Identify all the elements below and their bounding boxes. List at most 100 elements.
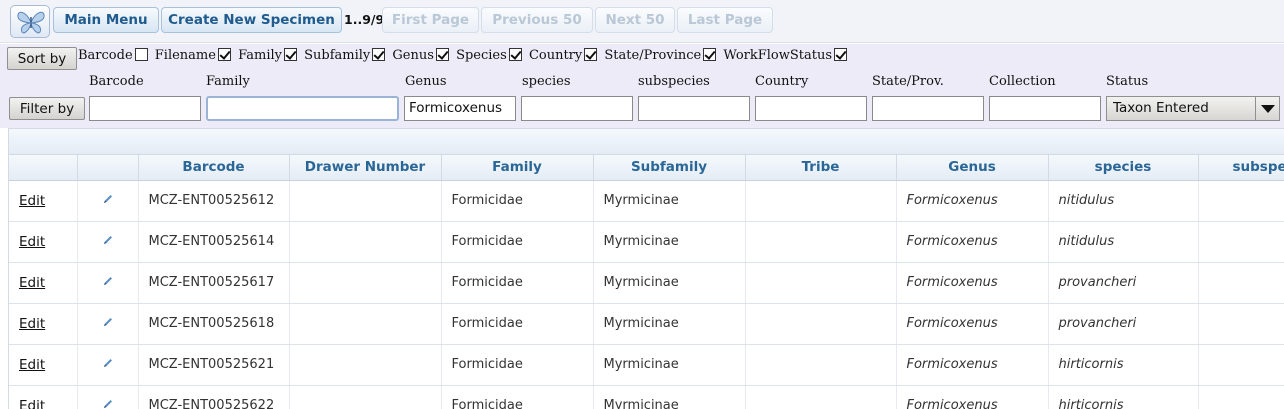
filter-by-button[interactable]: Filter by (9, 97, 85, 120)
pencil-icon[interactable] (102, 357, 114, 369)
filter-label-collection: Collection (989, 74, 1056, 89)
col-header-family[interactable]: Family (441, 155, 594, 181)
table-row: Edit MCZ-ENT00525614 Formicidae Myrmicin… (9, 221, 1284, 263)
edit-link[interactable]: Edit (19, 316, 45, 332)
filter-label-subspecies: subspecies (638, 74, 710, 89)
edit-cell: Edit (9, 385, 78, 409)
tribe-cell (745, 221, 897, 263)
filter-label-barcode: Barcode (89, 74, 144, 89)
edit-cell: Edit (9, 262, 78, 304)
col-header-tribe[interactable]: Tribe (745, 155, 897, 181)
edit-link[interactable]: Edit (19, 357, 45, 373)
subspecies-cell (1198, 344, 1284, 386)
sort-label-subfamily: Subfamily (304, 48, 371, 63)
edit-cell: Edit (9, 180, 78, 222)
top-nav-bar: Main Menu Create New Specimen 1..9/9 Fir… (0, 0, 1284, 43)
edit-link[interactable]: Edit (19, 275, 45, 291)
species-filter-input[interactable] (521, 96, 633, 121)
sort-checkbox-workflowstatus[interactable] (834, 48, 848, 61)
subspecies-cell (1198, 180, 1284, 222)
country-filter-input[interactable] (755, 96, 867, 121)
genus-filter-input[interactable]: Formicoxenus (404, 96, 516, 121)
pencil-cell (77, 180, 139, 222)
sort-checkbox-barcode[interactable] (134, 48, 148, 61)
genus-cell: Formicoxenus (896, 180, 1049, 222)
next-50-button[interactable]: Next 50 (595, 7, 675, 33)
subfamily-cell: Myrmicinae (593, 180, 746, 222)
edit-cell: Edit (9, 221, 78, 263)
sort-options: Barcode Filename Family Subfamily Genus … (78, 48, 850, 63)
pencil-icon[interactable] (102, 234, 114, 246)
drawer-cell (289, 180, 442, 222)
family-cell: Formicidae (441, 344, 594, 386)
tribe-cell (745, 303, 897, 345)
pencil-cell (77, 385, 139, 409)
last-page-button[interactable]: Last Page (677, 7, 773, 33)
tribe-cell (745, 385, 897, 409)
edit-link[interactable]: Edit (19, 234, 45, 250)
result-range-label: 1..9/9 (344, 12, 385, 27)
status-filter-select[interactable]: Taxon Entered (1106, 96, 1280, 121)
sort-checkbox-subfamily[interactable] (372, 48, 386, 61)
species-cell: provancheri (1048, 262, 1199, 304)
sort-checkbox-species[interactable] (508, 48, 522, 61)
subfamily-cell: Myrmicinae (593, 262, 746, 304)
sort-checkbox-country[interactable] (584, 48, 598, 61)
filter-label-family: Family (206, 74, 250, 89)
table-header-row: Barcode Drawer Number Family Subfamily T… (9, 155, 1284, 181)
sort-checkbox-state-province[interactable] (703, 48, 717, 61)
species-cell: hirticornis (1048, 385, 1199, 409)
edit-link[interactable]: Edit (19, 398, 45, 409)
dropdown-arrow-icon[interactable] (1255, 97, 1279, 120)
main-menu-button[interactable]: Main Menu (53, 7, 159, 33)
sort-checkbox-family[interactable] (283, 48, 297, 61)
filter-label-state: State/Prov. (872, 74, 944, 89)
pencil-icon[interactable] (102, 275, 114, 287)
sort-label-country: Country (528, 48, 583, 63)
sort-checkbox-filename[interactable] (217, 48, 231, 61)
sort-label-filename: Filename (154, 48, 216, 63)
sort-label-species: Species (456, 48, 507, 63)
pencil-icon[interactable] (102, 398, 114, 409)
col-header-icon (77, 155, 139, 181)
subspecies-cell (1198, 385, 1284, 409)
family-cell: Formicidae (441, 262, 594, 304)
col-header-subfamily[interactable]: Subfamily (593, 155, 746, 181)
barcode-cell: MCZ-ENT00525617 (138, 262, 290, 304)
sort-checkbox-genus[interactable] (435, 48, 449, 61)
pencil-icon[interactable] (102, 316, 114, 328)
table-toolbar (9, 129, 1284, 155)
species-cell: nitidulus (1048, 221, 1199, 263)
col-header-subspecies[interactable]: subspecies (1198, 155, 1284, 181)
edit-cell: Edit (9, 303, 78, 345)
state-filter-input[interactable] (872, 96, 984, 121)
edit-link[interactable]: Edit (19, 193, 45, 209)
col-header-barcode[interactable]: Barcode (138, 155, 290, 181)
previous-50-button[interactable]: Previous 50 (481, 7, 593, 33)
barcode-cell: MCZ-ENT00525618 (138, 303, 290, 345)
family-cell: Formicidae (441, 180, 594, 222)
sort-label-workflowstatus: WorkFlowStatus (723, 48, 833, 63)
species-cell: nitidulus (1048, 180, 1199, 222)
family-filter-input[interactable] (206, 96, 399, 121)
edit-cell: Edit (9, 344, 78, 386)
subspecies-filter-input[interactable] (638, 96, 750, 121)
pencil-icon[interactable] (102, 193, 114, 205)
sort-by-button[interactable]: Sort by (7, 47, 77, 70)
first-page-button[interactable]: First Page (382, 7, 479, 33)
sort-label-genus: Genus (392, 48, 434, 63)
col-header-species[interactable]: species (1048, 155, 1199, 181)
filter-label-species: species (522, 74, 571, 89)
collection-filter-input[interactable] (989, 96, 1101, 121)
drawer-cell (289, 262, 442, 304)
drawer-cell (289, 221, 442, 263)
tribe-cell (745, 262, 897, 304)
butterfly-logo-icon[interactable] (10, 5, 50, 38)
table-row: Edit MCZ-ENT00525617 Formicidae Myrmicin… (9, 262, 1284, 304)
barcode-filter-input[interactable] (89, 96, 201, 121)
create-new-specimen-button[interactable]: Create New Specimen (161, 7, 342, 33)
col-header-drawer-number[interactable]: Drawer Number (289, 155, 442, 181)
genus-cell: Formicoxenus (896, 262, 1049, 304)
col-header-genus[interactable]: Genus (896, 155, 1049, 181)
pencil-cell (77, 221, 139, 263)
